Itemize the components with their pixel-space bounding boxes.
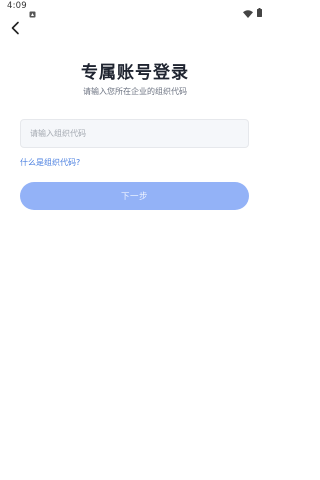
chevron-left-icon [7,19,25,37]
next-step-button[interactable]: 下一步 [20,182,249,210]
page-title: 专属账号登录 [81,63,189,83]
battery-icon [257,2,262,17]
page-subtitle: 请输入您所在企业的组织代码 [83,87,187,96]
org-code-input[interactable] [20,119,249,148]
back-button[interactable] [7,19,25,37]
wifi-icon [243,3,253,18]
status-bar: 4:09 [0,0,270,18]
what-is-org-code-link[interactable]: 什么是组织代码? [20,157,80,168]
status-time: 4:09 [7,1,27,11]
notification-icon [29,3,36,18]
